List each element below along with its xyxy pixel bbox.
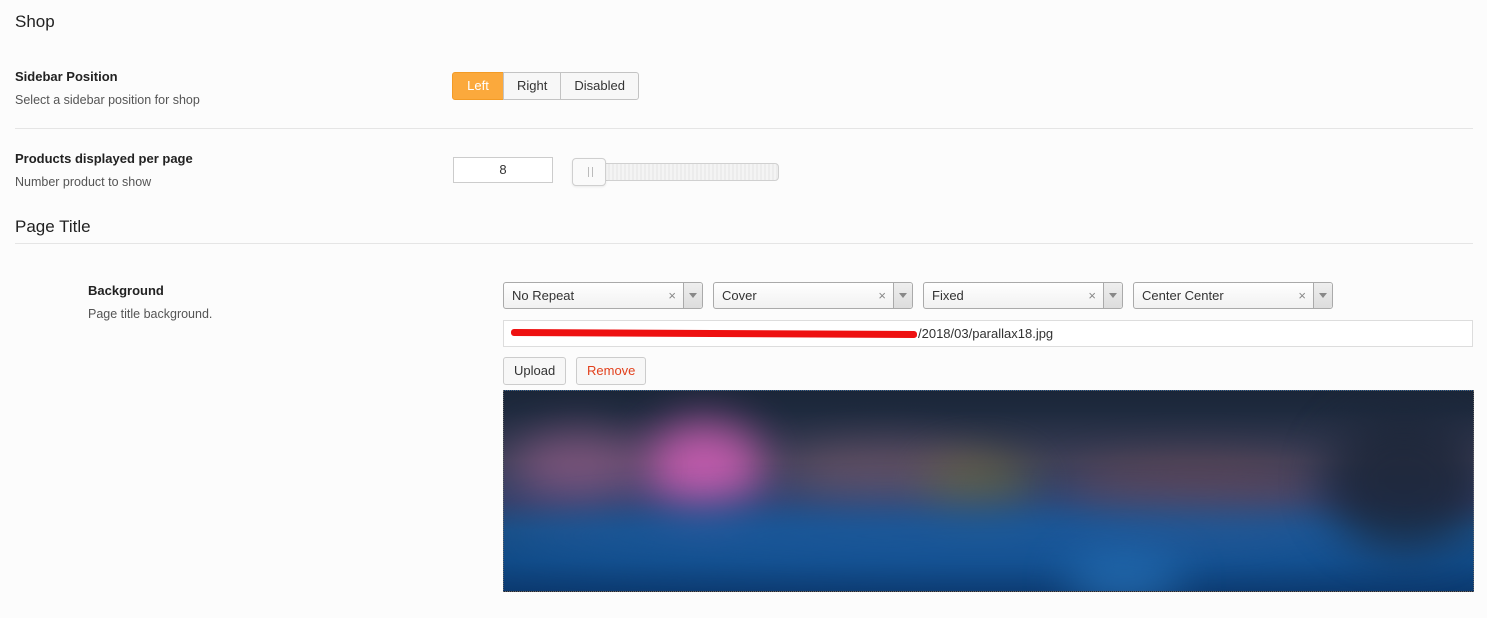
clear-icon[interactable]: × [878,288,886,303]
sidebar-position-title: Sidebar Position [15,69,118,84]
background-size-select[interactable]: Cover × [713,282,913,309]
clear-icon[interactable]: × [1088,288,1096,303]
background-image-preview [503,390,1474,592]
products-per-page-title: Products displayed per page [15,151,193,166]
preview-blob [514,431,644,501]
sidebar-left-button[interactable]: Left [452,72,504,100]
background-url-suffix: /2018/03/parallax18.jpg [918,326,1054,341]
chevron-down-icon[interactable] [683,283,702,308]
background-position-select[interactable]: Center Center × [1133,282,1333,309]
background-title: Background [88,283,164,298]
section-divider [15,243,1473,244]
preview-blob [504,506,1473,566]
remove-button[interactable]: Remove [576,357,647,385]
preview-blob [1324,411,1473,551]
background-attachment-select[interactable]: Fixed × [923,282,1123,309]
products-per-page-description: Number product to show [15,175,152,189]
clear-icon[interactable]: × [1298,288,1306,303]
preview-blob [644,421,764,511]
page-title-section-title: Page Title [15,217,91,236]
sidebar-disabled-button[interactable]: Disabled [560,72,639,100]
sidebar-position-button-group: Left Right Disabled [452,72,639,100]
background-description: Page title background. [88,307,213,321]
chevron-down-icon[interactable] [1313,283,1332,308]
chevron-down-icon[interactable] [893,283,912,308]
background-attachment-value: Fixed [932,288,964,303]
products-per-page-slider-handle[interactable] [572,158,606,186]
background-repeat-value: No Repeat [512,288,575,303]
upload-button[interactable]: Upload [503,357,567,385]
shop-section-title: Shop [15,12,55,31]
section-divider [15,128,1473,129]
background-size-value: Cover [722,288,757,303]
chevron-down-icon[interactable] [1103,283,1122,308]
background-repeat-select[interactable]: No Repeat × [503,282,703,309]
clear-icon[interactable]: × [668,288,676,303]
products-per-page-input[interactable]: 8 [453,157,553,183]
sidebar-right-button[interactable]: Right [503,72,562,100]
sidebar-position-description: Select a sidebar position for shop [15,93,200,107]
slider-grip-icon [588,167,593,177]
background-position-value: Center Center [1142,288,1224,303]
